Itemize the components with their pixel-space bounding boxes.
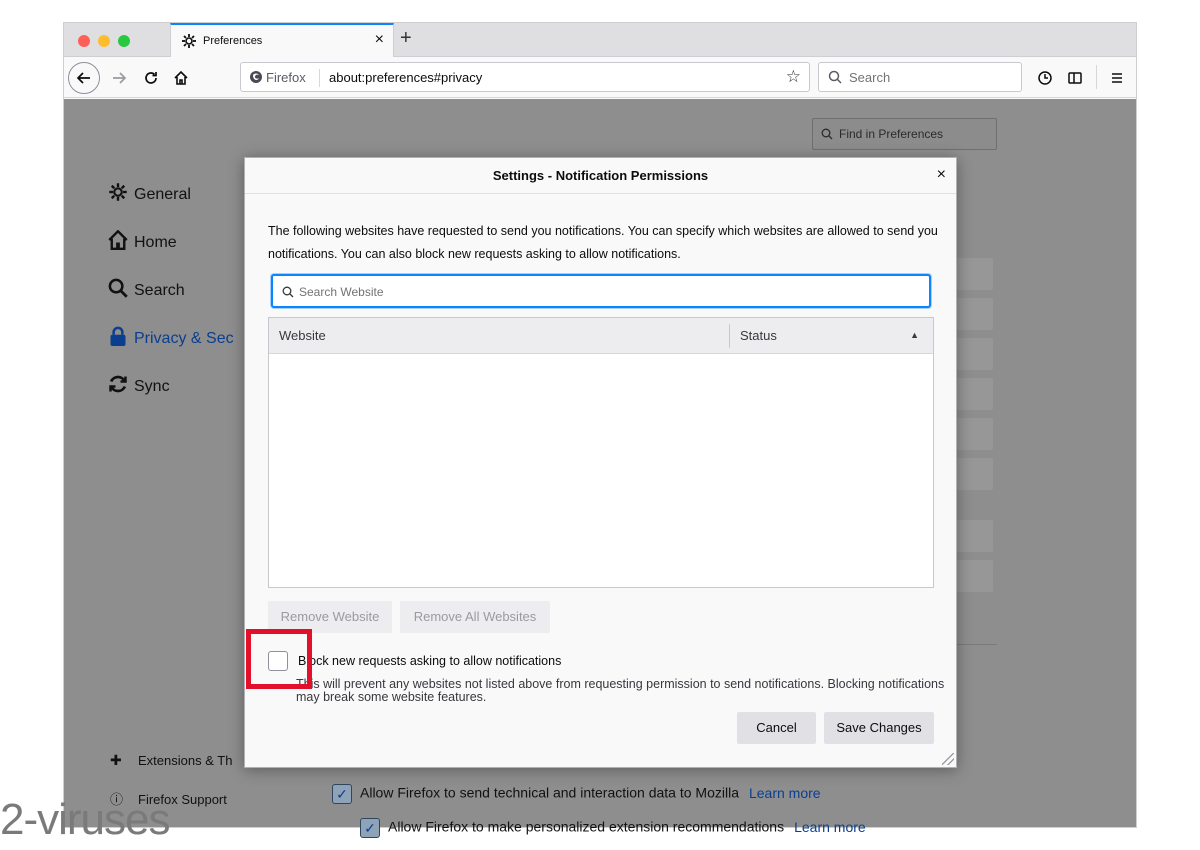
firefox-icon [250, 71, 262, 83]
extensions-themes-link[interactable]: ✚ Extensions & Th [110, 752, 232, 769]
block-requests-label: Block new requests asking to allow notif… [298, 654, 562, 668]
dialog-description: The following websites have requested to… [268, 224, 938, 261]
back-button[interactable] [68, 62, 100, 94]
extensions-label: Extensions & Th [138, 753, 233, 768]
category-label: General [134, 186, 191, 203]
resize-grip[interactable] [942, 753, 954, 765]
url-separator [319, 69, 320, 87]
search-website-input[interactable]: Search Website [271, 274, 931, 308]
search-icon [282, 286, 294, 298]
menu-icon[interactable] [1104, 65, 1130, 91]
bookmark-star-icon[interactable]: ☆ [786, 67, 801, 87]
category-label: Sync [134, 378, 170, 395]
background-control [955, 458, 993, 490]
telemetry-checkbox-row[interactable]: ✓ Allow Firefox to send technical and int… [332, 784, 821, 804]
category-general[interactable]: General [108, 182, 191, 205]
background-control [955, 258, 993, 290]
category-label: Search [134, 282, 185, 299]
background-control [955, 298, 993, 330]
url-bar[interactable]: Firefox about:preferences#privacy ☆ [240, 62, 810, 92]
search-icon [821, 128, 833, 140]
save-changes-button[interactable]: Save Changes [824, 712, 934, 744]
websites-table: Website Status ▲ [268, 317, 934, 588]
category-label: Home [134, 234, 177, 251]
gear-icon [181, 33, 197, 54]
toolbar-separator [1096, 65, 1097, 89]
home-icon [108, 229, 134, 253]
table-header: Website Status ▲ [269, 318, 933, 354]
home-button[interactable] [168, 65, 194, 91]
cancel-button[interactable]: Cancel [737, 712, 816, 744]
dialog-title: Settings - Notification Permissions [245, 158, 956, 194]
sort-ascending-icon[interactable]: ▲ [910, 330, 919, 340]
reload-button[interactable] [138, 65, 164, 91]
search-bar[interactable]: Search [818, 62, 1022, 92]
find-in-preferences-input[interactable]: Find in Preferences [812, 118, 997, 150]
telemetry-label: Allow Firefox to send technical and inte… [360, 784, 739, 801]
url-text[interactable]: about:preferences#privacy [329, 70, 482, 85]
column-divider[interactable] [729, 324, 730, 348]
block-requests-description: This will prevent any websites not liste… [296, 677, 945, 704]
sidebar-icon[interactable] [1062, 65, 1088, 91]
notification-permissions-dialog: Settings - Notification Permissions × Th… [244, 157, 957, 768]
lock-icon [108, 326, 134, 349]
minimize-window-button[interactable] [98, 35, 110, 47]
category-sync[interactable]: Sync [108, 374, 170, 397]
gear-icon [108, 182, 134, 205]
tab-title: Preferences [203, 35, 263, 47]
category-label: Privacy & Sec [134, 330, 234, 347]
background-divider [955, 644, 997, 645]
background-control [955, 338, 993, 370]
background-control [955, 520, 993, 552]
search-icon [108, 278, 134, 301]
category-privacy[interactable]: Privacy & Sec [108, 326, 234, 349]
new-tab-button[interactable]: + [400, 27, 412, 50]
background-control [955, 418, 993, 450]
puzzle-icon: ✚ [110, 752, 122, 768]
column-header-website[interactable]: Website [279, 328, 326, 343]
tab-strip: Preferences × + [64, 23, 1136, 57]
navigation-toolbar: Firefox about:preferences#privacy ☆ Sear… [64, 57, 1136, 98]
category-home[interactable]: Home [108, 229, 177, 253]
identity-label: Firefox [266, 70, 306, 85]
sync-icon [108, 374, 134, 397]
search-website-placeholder: Search Website [299, 285, 384, 299]
category-search[interactable]: Search [108, 278, 185, 301]
tab-preferences[interactable]: Preferences × [170, 23, 394, 57]
column-header-status[interactable]: Status [740, 328, 777, 343]
learn-more-link[interactable]: Learn more [794, 819, 866, 835]
background-control [955, 560, 993, 592]
close-icon[interactable]: × [937, 166, 946, 184]
watermark: 2-viruses [0, 795, 170, 844]
tab-close-icon[interactable]: × [375, 31, 384, 49]
check-icon[interactable]: ✓ [332, 784, 352, 804]
remove-all-websites-button[interactable]: Remove All Websites [400, 601, 550, 633]
search-icon [828, 70, 842, 84]
background-control [955, 378, 993, 410]
identity-box[interactable]: Firefox [249, 70, 306, 85]
zoom-window-button[interactable] [118, 35, 130, 47]
forward-button[interactable] [106, 65, 132, 91]
search-placeholder: Search [849, 70, 891, 85]
recommendations-checkbox-row[interactable]: ✓ Allow Firefox to make personalized exte… [360, 818, 866, 838]
check-icon[interactable]: ✓ [360, 818, 380, 838]
find-placeholder: Find in Preferences [839, 127, 944, 141]
history-icon[interactable] [1032, 65, 1058, 91]
close-window-button[interactable] [78, 35, 90, 47]
learn-more-link[interactable]: Learn more [749, 785, 821, 801]
recommendations-label: Allow Firefox to make personalized exten… [388, 818, 785, 835]
annotation-highlight-box [246, 629, 312, 689]
